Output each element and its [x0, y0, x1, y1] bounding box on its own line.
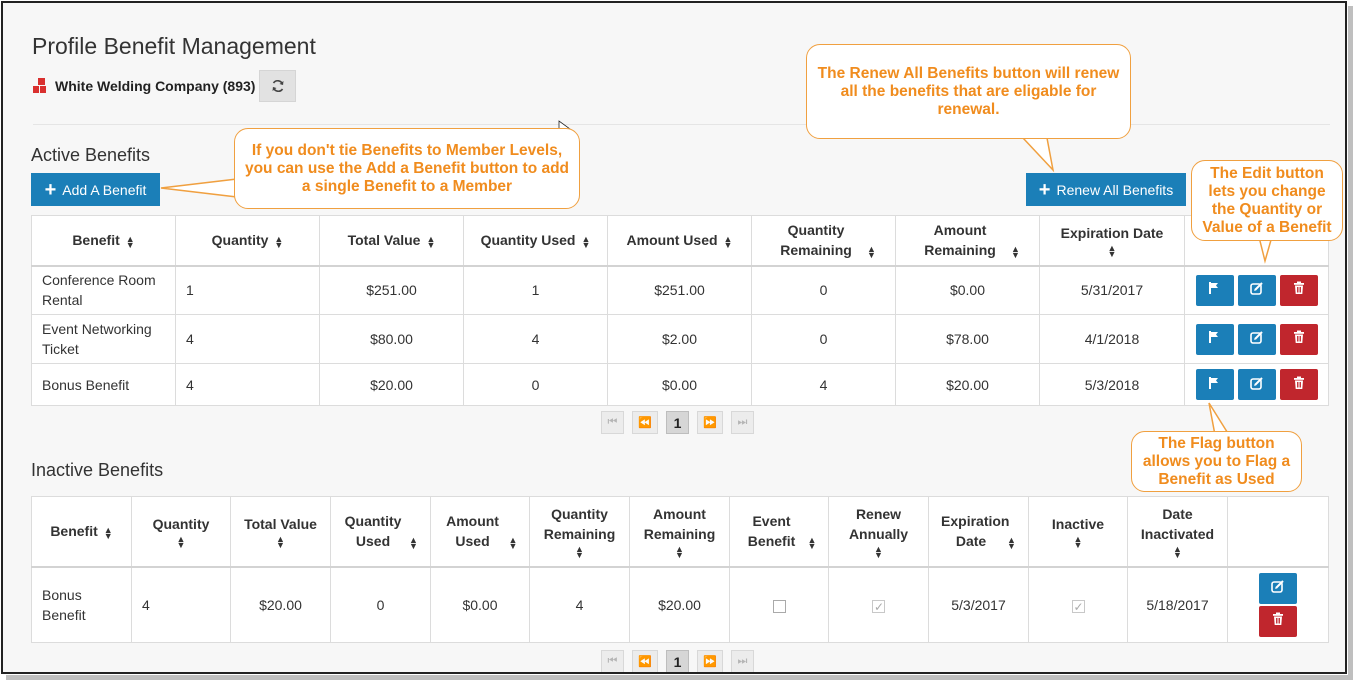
- add-benefit-callout: If you don't tie Benefits to Member Leve…: [234, 128, 580, 209]
- app-window: Profile Benefit Management White Welding…: [1, 1, 1347, 674]
- edit-callout: The Edit button lets you change the Quan…: [1191, 160, 1343, 241]
- flag-callout: The Flag button allows you to Flag a Ben…: [1131, 431, 1302, 492]
- renew-callout: The Renew All Benefits button will renew…: [806, 44, 1131, 139]
- callout-pointers: [160, 120, 1274, 436]
